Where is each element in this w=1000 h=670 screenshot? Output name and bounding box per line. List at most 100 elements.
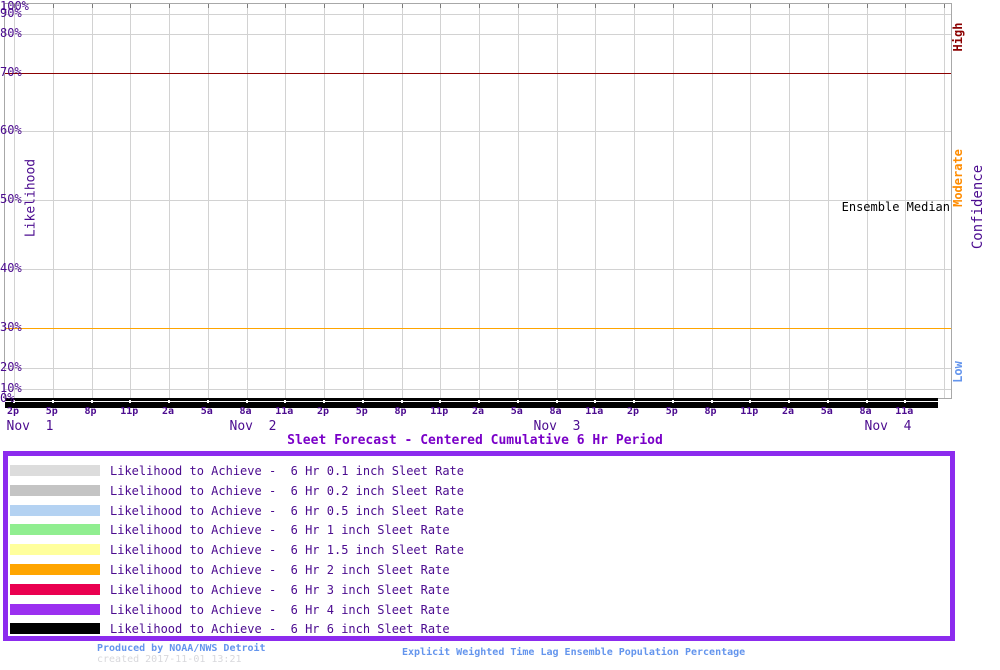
x-gridline <box>518 4 519 398</box>
top-tick-mark <box>169 4 170 8</box>
y-gridline <box>5 269 951 270</box>
axis-tick-mark <box>401 400 403 403</box>
top-tick-mark <box>518 4 519 8</box>
top-tick-mark <box>712 4 713 8</box>
x-gridline <box>440 4 441 398</box>
axis-tick-mark <box>904 400 906 403</box>
y-gridline <box>5 389 951 390</box>
y-tick-label: 90% <box>0 6 22 20</box>
top-tick-mark <box>634 4 635 8</box>
axis-tick-mark <box>439 400 441 403</box>
ensemble-median-key: Ensemble Median <box>841 200 950 214</box>
x-gridline <box>595 4 596 398</box>
top-tick-mark <box>402 4 403 8</box>
y-tick-label: 80% <box>0 26 22 40</box>
legend-box: West-Chicago Likelihood to Achieve - 6 H… <box>3 451 955 641</box>
x-tick-label: 2p <box>6 406 20 417</box>
x-tick-label: 5a <box>200 406 213 417</box>
axis-tick-mark <box>284 400 286 403</box>
legend-row: Likelihood to Achieve - 6 Hr 1 inch Slee… <box>8 520 950 540</box>
legend-swatch <box>10 544 100 555</box>
legend-label: Likelihood to Achieve - 6 Hr 0.2 inch Sl… <box>110 484 465 498</box>
legend-row: Likelihood to Achieve - 6 Hr 6 inch Slee… <box>8 619 950 639</box>
top-tick-mark <box>789 4 790 8</box>
x-tick-label: 5p <box>665 406 678 417</box>
x-gridline <box>208 4 209 398</box>
y-gridline <box>5 368 951 369</box>
y-gridline <box>5 200 951 201</box>
top-tick-mark <box>828 4 829 8</box>
legend-row: Likelihood to Achieve - 6 Hr 2 inch Slee… <box>8 560 950 580</box>
x-tick-label: 11p <box>740 406 759 417</box>
legend-swatch <box>10 485 100 496</box>
legend-row: Likelihood to Achieve - 6 Hr 0.5 inch Sl… <box>8 501 950 521</box>
x-gridline <box>712 4 713 398</box>
axis-tick-mark <box>168 400 170 403</box>
y-tick-label: 70% <box>0 65 22 79</box>
created-timestamp: created 2017-11-01 13:21 <box>97 654 242 665</box>
top-tick-mark <box>363 4 364 8</box>
top-tick-mark <box>285 4 286 8</box>
confidence-band-label-high: High <box>951 22 965 52</box>
legend-label: Likelihood to Achieve - 6 Hr 3 inch Slee… <box>110 583 450 597</box>
x-gridline <box>634 4 635 398</box>
top-tick-mark <box>595 4 596 8</box>
produced-by-text: Produced by NOAA/NWS Detroit <box>97 643 266 654</box>
y-gridline <box>5 131 951 132</box>
axis-tick-mark <box>672 400 674 403</box>
x-gridline <box>479 4 480 398</box>
legend-label: Likelihood to Achieve - 6 Hr 6 inch Slee… <box>110 622 450 636</box>
x-tick-label: 11a <box>895 406 914 417</box>
x-gridline <box>324 4 325 398</box>
x-gridline <box>402 4 403 398</box>
axis-tick-mark <box>788 400 790 403</box>
legend-swatch <box>10 524 100 535</box>
plot-area <box>4 3 952 408</box>
chart-title: Sleet Forecast - Centered Cumulative 6 H… <box>287 433 663 448</box>
axis-tick-mark <box>52 400 54 403</box>
y-tick-label: 20% <box>0 360 22 374</box>
x-tick-label: 5a <box>820 406 833 417</box>
day-label: Nov 4 <box>864 419 912 434</box>
x-tick-label: 11p <box>120 406 139 417</box>
x-tick-label: 8a <box>549 406 562 417</box>
axis-tick-mark <box>711 400 713 403</box>
legend-label: Likelihood to Achieve - 6 Hr 0.5 inch Sl… <box>110 504 465 518</box>
legend-swatch <box>10 465 100 476</box>
y-gridline <box>5 14 951 15</box>
right-axis-title: Confidence <box>970 164 986 250</box>
x-tick-label: 2a <box>161 406 175 417</box>
legend-row: Likelihood to Achieve - 6 Hr 1.5 inch Sl… <box>8 540 950 560</box>
confidence-band-label-moderate: Moderate <box>951 149 965 207</box>
x-gridline <box>789 4 790 398</box>
axis-tick-mark <box>517 400 519 403</box>
legend-row: Likelihood to Achieve - 6 Hr 0.2 inch Sl… <box>8 481 950 501</box>
top-tick-mark <box>247 4 248 8</box>
legend-label: Likelihood to Achieve - 6 Hr 4 inch Slee… <box>110 603 450 617</box>
x-gridline <box>285 4 286 398</box>
legend-label: Likelihood to Achieve - 6 Hr 1 inch Slee… <box>110 523 450 537</box>
axis-tick-mark <box>129 400 131 403</box>
top-tick-mark <box>867 4 868 8</box>
top-tick-mark <box>944 4 945 8</box>
forecast-chart-page: Likelihood Confidence Ensemble Median Sl… <box>0 0 1000 670</box>
y-tick-label: 60% <box>0 123 22 137</box>
x-tick-label: 8p <box>84 406 97 417</box>
x-tick-label: 2a <box>781 406 795 417</box>
x-tick-label: 2a <box>471 406 485 417</box>
legend-row: Likelihood to Achieve - 6 Hr 0.1 inch Sl… <box>8 461 950 481</box>
x-tick-label: 5a <box>510 406 523 417</box>
median-line-highlight <box>5 401 938 402</box>
axis-tick-mark <box>827 400 829 403</box>
x-gridline <box>828 4 829 398</box>
axis-tick-mark <box>91 400 93 403</box>
y-tick-label: 30% <box>0 320 22 334</box>
top-tick-mark <box>92 4 93 8</box>
axis-tick-mark <box>478 400 480 403</box>
method-text: Explicit Weighted Time Lag Ensemble Popu… <box>402 647 746 658</box>
legend-label: Likelihood to Achieve - 6 Hr 2 inch Slee… <box>110 563 450 577</box>
axis-tick-mark <box>246 400 248 403</box>
legend-swatch <box>10 564 100 575</box>
axis-tick-mark <box>362 400 364 403</box>
x-tick-label: 8a <box>859 406 872 417</box>
